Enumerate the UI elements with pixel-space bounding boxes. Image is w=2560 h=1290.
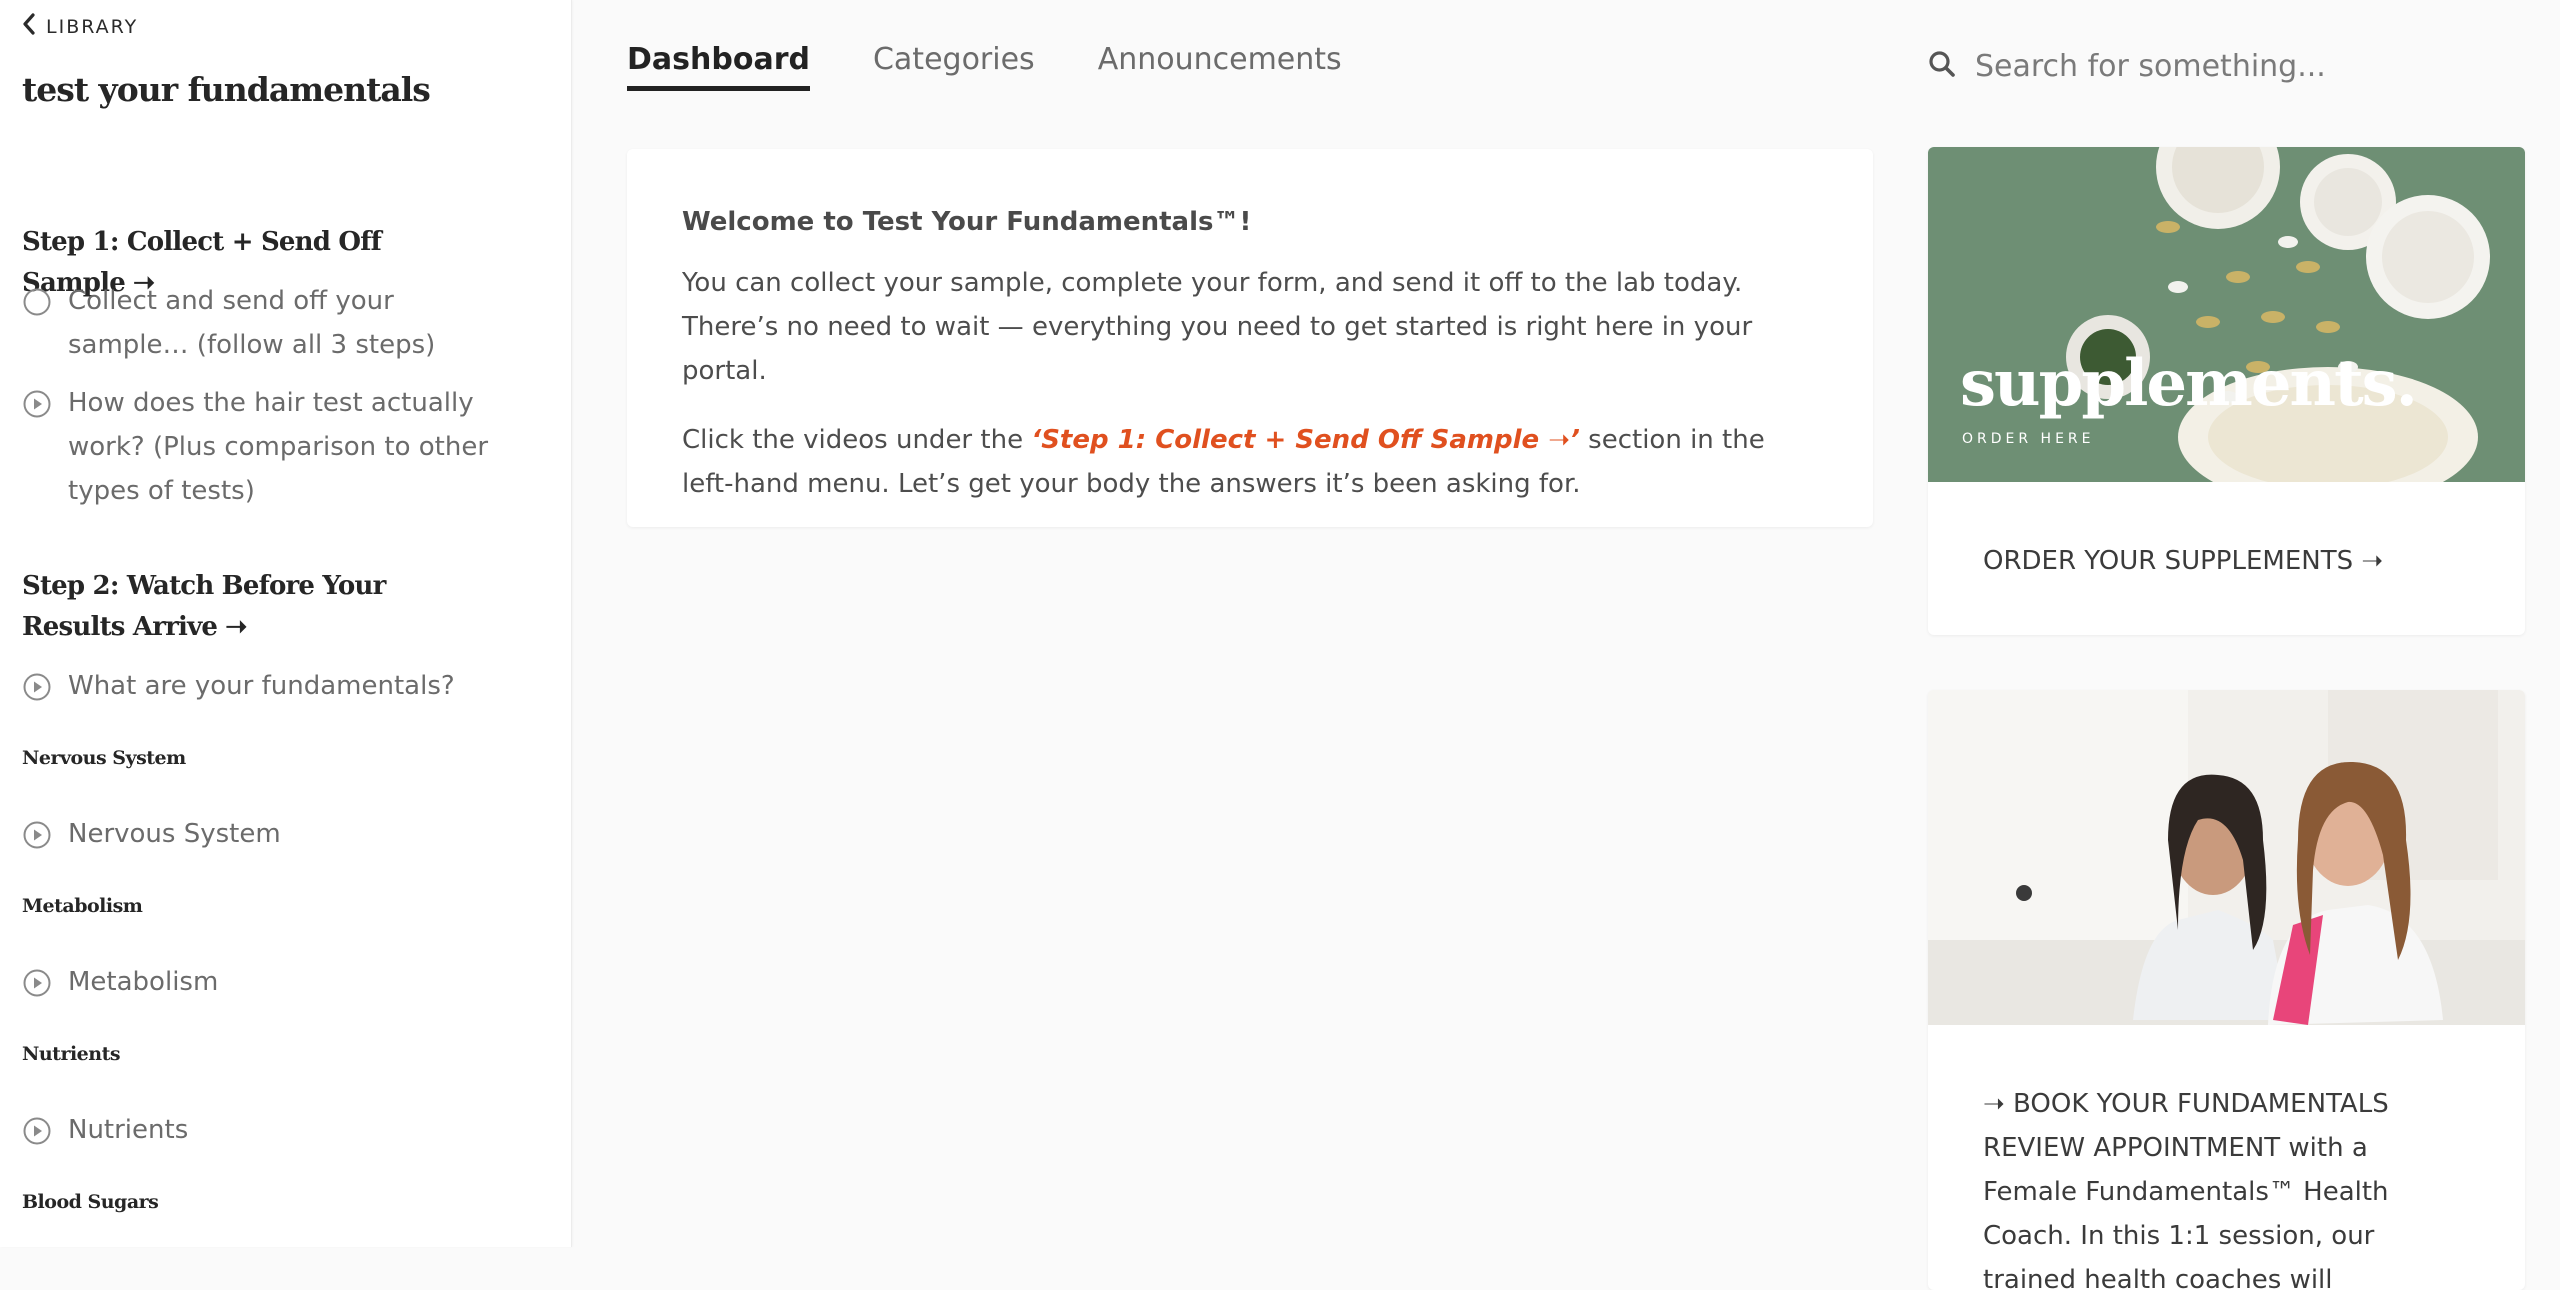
tab-announcements[interactable]: Announcements [1098,42,1342,91]
sidebar: LIBRARY test your fundamentals Step 1: C… [0,0,572,1247]
welcome-text: Click the videos under the [682,425,1032,455]
supplements-card[interactable]: supplements. ORDER HERE ORDER YOUR SUPPL… [1928,147,2525,635]
play-circle-icon [22,389,52,419]
chevron-left-icon [22,13,36,40]
coach-card[interactable]: ➝ BOOK YOUR FUNDAMENTALS REVIEW APPOINTM… [1928,690,2525,1290]
lesson-label: Metabolism [68,967,219,997]
lesson-label: What are your fundamentals? [68,671,455,701]
main-tabs: Dashboard Categories Announcements [627,42,1342,91]
health-coaches-photo[interactable] [1928,690,2525,1025]
search-icon[interactable] [1927,49,1957,83]
step1-highlight-link[interactable]: ‘Step 1: Collect + Send Off Sample ➝’ [1031,425,1580,455]
book-appointment-text[interactable]: ➝ BOOK YOUR FUNDAMENTALS REVIEW APPOINTM… [1928,1025,2525,1290]
play-circle-icon [22,968,52,998]
tab-categories[interactable]: Categories [873,42,1035,91]
subsection-title-nutrients[interactable]: Nutrients [22,1043,121,1065]
lesson-label: How does the hair test actually work? (P… [68,388,489,506]
play-circle-icon [22,672,52,702]
circle-progress-icon [22,287,52,317]
lesson-label: Nervous System [68,819,281,849]
welcome-paragraph-1: You can collect your sample, complete yo… [682,268,1753,386]
welcome-card: Welcome to Test Your Fundamentals™! You … [627,149,1873,527]
lesson-nervous-system[interactable]: Nervous System [22,812,522,856]
back-to-library-link[interactable]: LIBRARY [22,13,138,40]
play-circle-icon [22,1116,52,1146]
search-input[interactable] [1973,47,2457,85]
tab-dashboard[interactable]: Dashboard [627,42,810,91]
back-link-label: LIBRARY [46,15,139,38]
lesson-label: Collect and send off your sample… (follo… [68,286,436,360]
supplements-image-sub: ORDER HERE [1962,431,2095,447]
search-bar [1927,42,2487,90]
lesson-nutrients[interactable]: Nutrients [22,1108,522,1152]
subsection-title-blood-sugars[interactable]: Blood Sugars [22,1191,159,1213]
welcome-title: Welcome to Test Your Fundamentals™! [682,207,1252,237]
play-circle-icon [22,820,52,850]
section-title-step2[interactable]: Step 2: Watch Before Your Results Arrive… [22,566,462,648]
lesson-hair-test[interactable]: How does the hair test actually work? (P… [22,381,522,513]
lesson-metabolism[interactable]: Metabolism [22,960,522,1004]
order-supplements-link[interactable]: ORDER YOUR SUPPLEMENTS ➝ [1928,482,2525,583]
supplements-image-word: supplements. [1960,346,2416,421]
course-title: test your fundamentals [22,70,431,109]
lesson-collect-sample[interactable]: Collect and send off your sample… (follo… [22,279,522,367]
subsection-title-nervous[interactable]: Nervous System [22,747,186,769]
lesson-what-fundamentals[interactable]: What are your fundamentals? [22,664,522,708]
lesson-label: Nutrients [68,1115,189,1145]
welcome-paragraph-2: Click the videos under the ‘Step 1: Coll… [682,418,1818,506]
supplements-banner-image[interactable]: supplements. ORDER HERE [1928,147,2525,482]
subsection-title-metabolism[interactable]: Metabolism [22,895,143,917]
